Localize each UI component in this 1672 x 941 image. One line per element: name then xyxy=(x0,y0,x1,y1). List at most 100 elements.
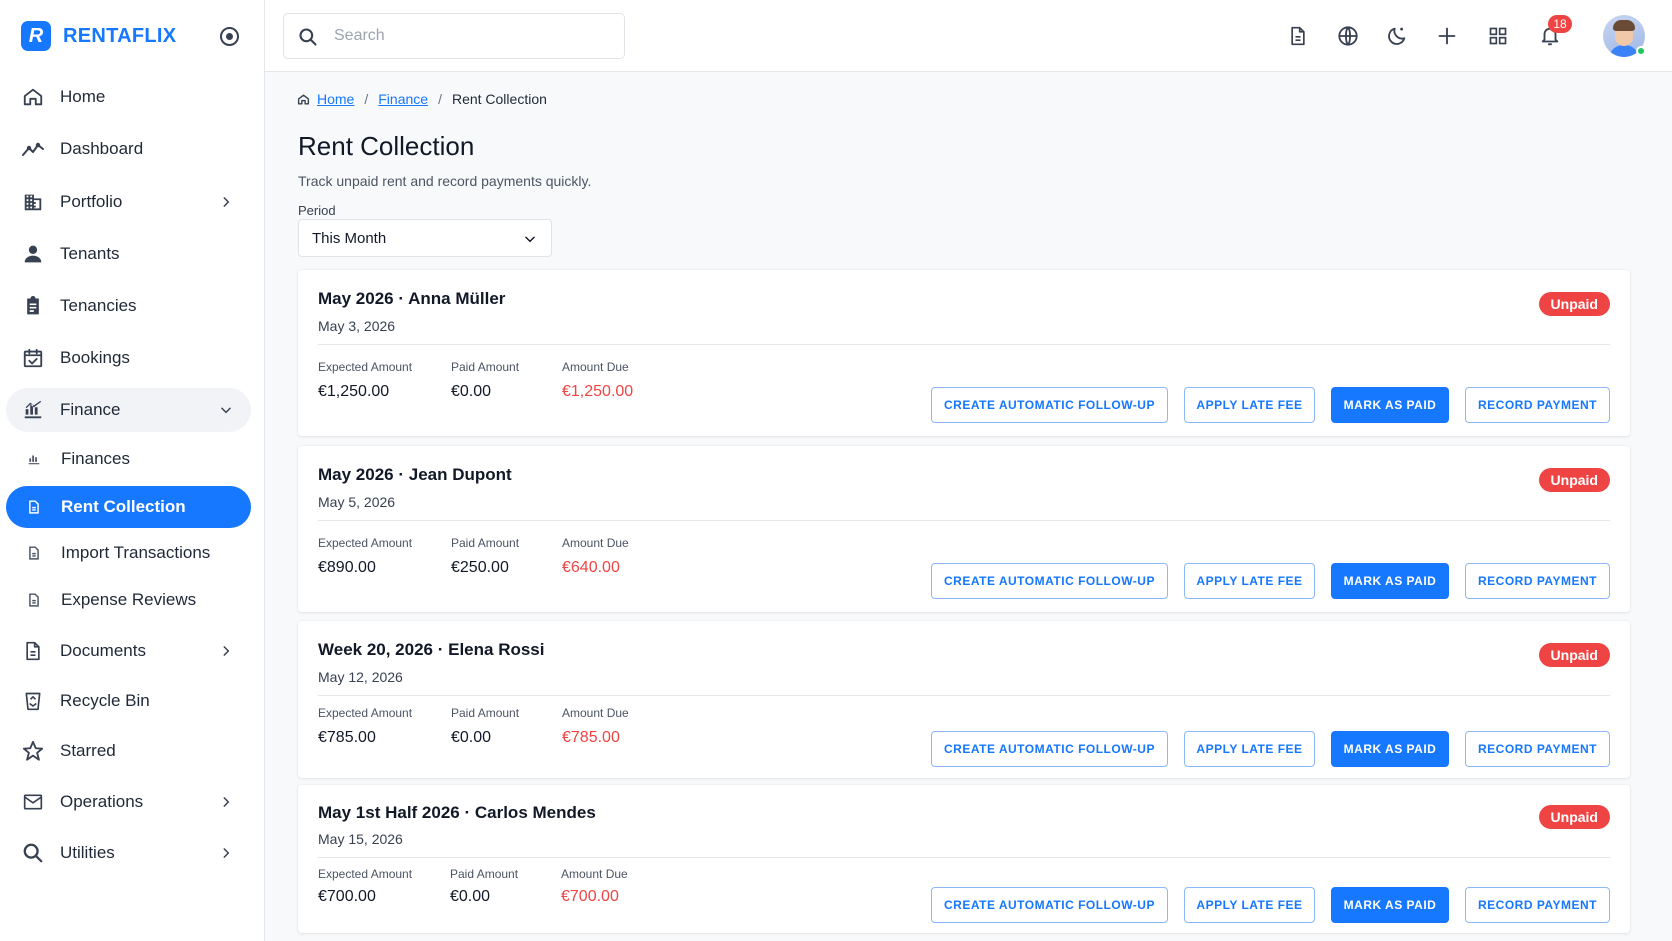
sidebar-item-label: Dashboard xyxy=(60,139,144,158)
sidebar-item-label: Portfolio xyxy=(60,192,123,211)
calendar-check-icon xyxy=(21,346,45,370)
chevron-down-icon xyxy=(523,232,537,246)
trend-icon xyxy=(21,137,45,161)
chevron-right-icon xyxy=(217,642,235,660)
apply-late-fee-button[interactable]: APPLY LATE FEE xyxy=(1184,563,1315,599)
apply-late-fee-button[interactable]: APPLY LATE FEE xyxy=(1184,887,1315,923)
sidebar-item-portfolio[interactable]: Portfolio xyxy=(6,180,251,224)
chevron-right-icon xyxy=(217,193,235,211)
sidebar-item-starred[interactable]: Starred xyxy=(6,729,251,773)
mark-as-paid-button[interactable]: MARK AS PAID xyxy=(1331,563,1449,599)
period-label: Period xyxy=(298,203,336,218)
person-icon xyxy=(21,242,45,266)
expected-amount: Expected Amount €890.00 xyxy=(318,536,413,576)
brand[interactable]: R RENTAFLIX xyxy=(21,21,176,51)
search-box[interactable] xyxy=(283,13,625,59)
sidebar-item-documents[interactable]: Documents xyxy=(6,629,251,673)
page-subtitle: Track unpaid rent and record payments qu… xyxy=(298,173,592,189)
sidebar-item-home[interactable]: Home xyxy=(6,75,251,119)
search-input[interactable] xyxy=(334,24,614,48)
sidebar-item-utilities[interactable]: Utilities xyxy=(6,831,251,875)
record-payment-button[interactable]: RECORD PAYMENT xyxy=(1465,731,1610,767)
chevron-right-icon xyxy=(217,793,235,811)
mark-as-paid-button[interactable]: MARK AS PAID xyxy=(1331,731,1449,767)
rent-record-card: May 2026 · Anna Müller May 3, 2026 Unpai… xyxy=(298,270,1630,436)
mail-icon xyxy=(21,790,45,814)
rent-record-card: Week 20, 2026 · Elena Rossi May 12, 2026… xyxy=(298,621,1630,778)
create-automatic-follow-up-button[interactable]: CREATE AUTOMATIC FOLLOW-UP xyxy=(931,731,1168,767)
sidebar-item-label: Home xyxy=(60,87,106,106)
status-badge: Unpaid xyxy=(1538,643,1610,667)
sidebar-item-label: Starred xyxy=(60,741,116,760)
apply-late-fee-button[interactable]: APPLY LATE FEE xyxy=(1184,387,1315,423)
sidebar-item-finance[interactable]: Finance xyxy=(6,388,251,432)
sidebar-item-operations[interactable]: Operations xyxy=(6,780,251,824)
sidebar-item-tenancies[interactable]: Tenancies xyxy=(6,284,251,328)
avatar-body xyxy=(1609,45,1639,57)
globe-icon[interactable] xyxy=(1336,24,1360,48)
divider xyxy=(318,857,1610,858)
sidebar-item-import-transactions[interactable]: Import Transactions xyxy=(6,531,251,575)
dark-mode-icon[interactable] xyxy=(1385,24,1409,48)
sidebar-item-dashboard[interactable]: Dashboard xyxy=(6,127,251,171)
breadcrumb: Home / Finance / Rent Collection xyxy=(297,91,547,107)
chevron-down-icon xyxy=(217,401,235,419)
mark-as-paid-button[interactable]: MARK AS PAID xyxy=(1331,387,1449,423)
apps-grid-icon[interactable] xyxy=(1486,24,1510,48)
create-automatic-follow-up-button[interactable]: CREATE AUTOMATIC FOLLOW-UP xyxy=(931,887,1168,923)
record-title: May 2026 · Jean Dupont xyxy=(318,465,512,484)
breadcrumb-separator: / xyxy=(364,91,369,107)
sidebar-item-label: Finance xyxy=(60,400,121,419)
status-badge: Unpaid xyxy=(1538,805,1610,829)
record-date: May 5, 2026 xyxy=(318,494,396,510)
sidebar-item-label: Expense Reviews xyxy=(61,590,197,609)
sidebar-item-recycle-bin[interactable]: Recycle Bin xyxy=(6,679,251,723)
record-date: May 15, 2026 xyxy=(318,831,403,847)
amount-due: Amount Due €1,250.00 xyxy=(562,360,634,400)
record-title: May 2026 · Anna Müller xyxy=(318,289,506,308)
sidebar-item-tenants[interactable]: Tenants xyxy=(6,232,251,276)
notification-badge: 18 xyxy=(1548,15,1572,33)
create-automatic-follow-up-button[interactable]: CREATE AUTOMATIC FOLLOW-UP xyxy=(931,563,1168,599)
apply-late-fee-button[interactable]: APPLY LATE FEE xyxy=(1184,731,1315,767)
document-icon[interactable] xyxy=(1286,24,1310,48)
sidebar-item-label: Utilities xyxy=(60,843,115,862)
record-title: May 1st Half 2026 · Carlos Mendes xyxy=(318,803,596,822)
sidebar-item-label: Import Transactions xyxy=(61,543,211,562)
record-payment-button[interactable]: RECORD PAYMENT xyxy=(1465,887,1610,923)
search-icon xyxy=(21,841,45,865)
create-automatic-follow-up-button[interactable]: CREATE AUTOMATIC FOLLOW-UP xyxy=(931,387,1168,423)
sidebar-item-expense-reviews[interactable]: Expense Reviews xyxy=(6,578,251,622)
recycle-bin-icon xyxy=(21,689,45,713)
search-icon xyxy=(298,27,318,47)
sidebar-item-label: Finances xyxy=(61,449,130,468)
sidebar-item-finances[interactable]: Finances xyxy=(6,437,251,481)
sidebar-item-label: Rent Collection xyxy=(61,497,186,516)
period-select[interactable]: This Month xyxy=(298,219,552,257)
record-payment-button[interactable]: RECORD PAYMENT xyxy=(1465,387,1610,423)
breadcrumb-home-link[interactable]: Home xyxy=(317,91,354,107)
breadcrumb-finance-link[interactable]: Finance xyxy=(378,91,428,107)
rent-record-card: May 1st Half 2026 · Carlos Mendes May 15… xyxy=(298,785,1630,933)
plus-icon[interactable] xyxy=(1435,24,1459,48)
page-title: Rent Collection xyxy=(298,131,475,161)
clipboard-icon xyxy=(21,294,45,318)
sidebar-toggle-icon[interactable] xyxy=(220,27,239,46)
record-date: May 12, 2026 xyxy=(318,669,403,685)
rent-record-card: May 2026 · Jean Dupont May 5, 2026 Unpai… xyxy=(298,446,1630,612)
avatar-hair xyxy=(1613,20,1635,31)
breadcrumb-current: Rent Collection xyxy=(451,91,547,107)
sidebar-item-rent-collection[interactable]: Rent Collection xyxy=(6,486,251,528)
paid-amount: Paid Amount €0.00 xyxy=(451,360,520,400)
sidebar-item-bookings[interactable]: Bookings xyxy=(6,336,251,380)
sidebar-item-label: Recycle Bin xyxy=(60,691,150,710)
sidebar-item-label: Documents xyxy=(60,641,146,660)
star-icon xyxy=(21,739,45,763)
finance-chart-icon xyxy=(26,451,42,467)
record-payment-button[interactable]: RECORD PAYMENT xyxy=(1465,563,1610,599)
status-badge: Unpaid xyxy=(1538,468,1610,492)
expected-amount: Expected Amount €1,250.00 xyxy=(318,360,413,400)
record-date: May 3, 2026 xyxy=(318,318,396,334)
mark-as-paid-button[interactable]: MARK AS PAID xyxy=(1331,887,1449,923)
expected-amount: Expected Amount €785.00 xyxy=(318,706,413,746)
